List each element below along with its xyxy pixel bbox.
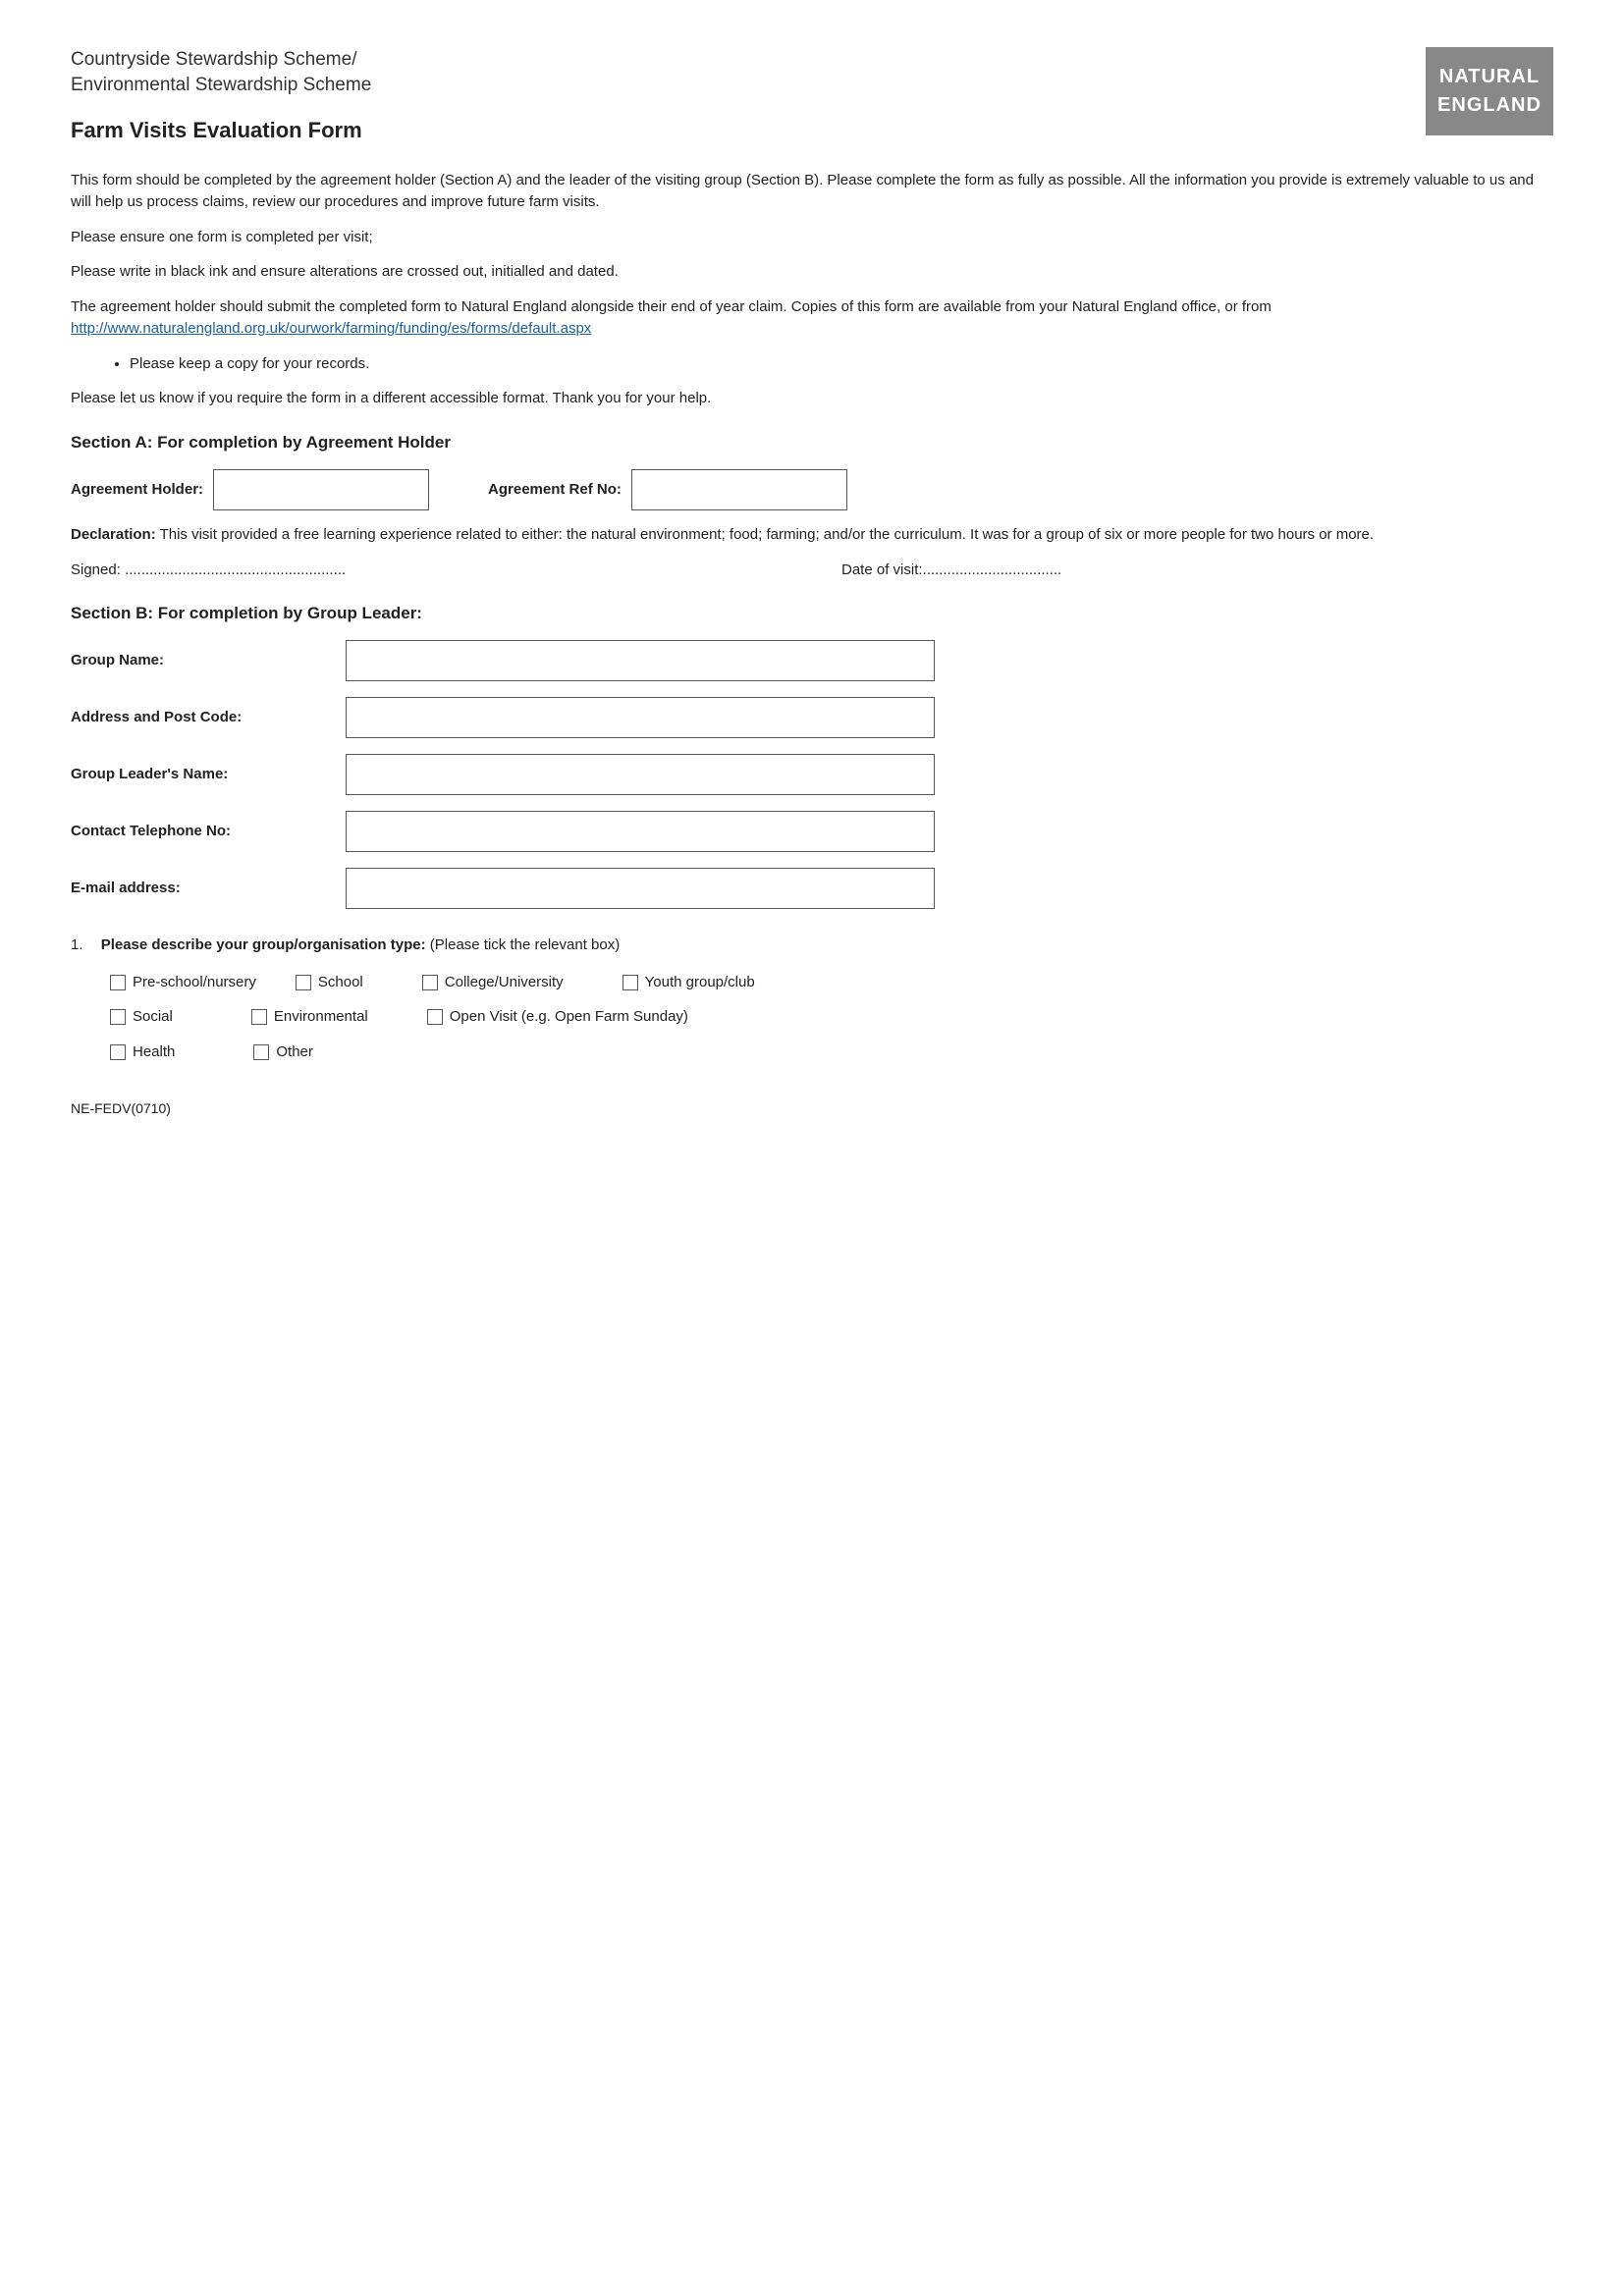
agreement-holder-label: Agreement Holder: [71,479,203,501]
signed-label: Signed: ................................… [71,560,783,581]
email-input[interactable] [346,868,935,909]
declaration-text: Declaration: This visit provided a free … [71,524,1553,546]
checkbox-open-visit[interactable]: Open Visit (e.g. Open Farm Sunday) [427,1006,688,1028]
question-number: 1. [71,936,83,953]
address-input[interactable] [346,697,935,738]
checkbox-preschool-box[interactable] [110,975,126,990]
checkbox-social-label: Social [133,1006,173,1028]
checkbox-row-1: Pre-school/nursery School College/Univer… [110,972,1553,993]
email-row: E-mail address: [71,868,1553,909]
checkbox-health-box[interactable] [110,1044,126,1060]
group-name-input[interactable] [346,640,935,681]
checkbox-youth-label: Youth group/club [645,972,755,993]
intro-section: This form should be completed by the agr… [71,170,1553,409]
group-leader-label: Group Leader's Name: [71,764,346,785]
intro-para5: Please let us know if you require the fo… [71,388,1553,409]
group-leader-row: Group Leader's Name: [71,754,1553,795]
checkbox-college-box[interactable] [422,975,438,990]
section-a-heading: Section A: For completion by Agreement H… [71,431,1553,455]
checkbox-social-box[interactable] [110,1009,126,1025]
checkbox-other-label: Other [276,1041,313,1063]
checkbox-college-label: College/University [445,972,564,993]
checkbox-environmental-label: Environmental [274,1006,368,1028]
checkbox-row-2: Social Environmental Open Visit (e.g. Op… [110,1006,1553,1028]
group-leader-input[interactable] [346,754,935,795]
checkbox-open-visit-box[interactable] [427,1009,443,1025]
checkbox-school-label: School [318,972,363,993]
header-subtitle-line1: Countryside Stewardship Scheme/ Environm… [71,47,371,97]
checkbox-school-box[interactable] [296,975,311,990]
group-name-label: Group Name: [71,650,346,671]
checkbox-preschool[interactable]: Pre-school/nursery [110,972,256,993]
checkbox-health[interactable]: Health [110,1041,175,1063]
intro-para2: Please ensure one form is completed per … [71,227,1553,248]
email-label: E-mail address: [71,878,346,899]
checkbox-environmental[interactable]: Environmental [251,1006,368,1028]
signed-row: Signed: ................................… [71,560,1553,581]
question-1-label: 1. Please describe your group/organisati… [71,934,1553,956]
section-a: Section A: For completion by Agreement H… [71,431,1553,580]
page-header: Countryside Stewardship Scheme/ Environm… [71,47,1553,146]
checkbox-youth[interactable]: Youth group/club [623,972,755,993]
checkbox-social[interactable]: Social [110,1006,173,1028]
checkbox-grid: Pre-school/nursery School College/Univer… [110,972,1553,1063]
checkbox-health-label: Health [133,1041,175,1063]
intro-para3: Please write in black ink and ensure alt… [71,261,1553,283]
section-b: Section B: For completion by Group Leade… [71,602,1553,909]
intro-para1: This form should be completed by the agr… [71,170,1553,213]
checkbox-school[interactable]: School [296,972,363,993]
date-label: Date of visit:..........................… [841,560,1553,581]
checkbox-other[interactable]: Other [253,1041,313,1063]
question-1-section: 1. Please describe your group/organisati… [71,934,1553,1063]
question-normal-text: (Please tick the relevant box) [426,936,621,953]
telephone-input[interactable] [346,811,935,852]
checkbox-row-3: Health Other [110,1041,1553,1063]
checkbox-college[interactable]: College/University [422,972,564,993]
intro-link[interactable]: http://www.naturalengland.org.uk/ourwork… [71,320,591,337]
bullet-item-1: Please keep a copy for your records. [130,353,1553,375]
natural-england-logo: NATURAL ENGLAND [1426,47,1553,135]
telephone-label: Contact Telephone No: [71,821,346,842]
agreement-ref-label: Agreement Ref No: [488,479,622,501]
agreement-holder-row: Agreement Holder: Agreement Ref No: [71,469,1553,510]
telephone-row: Contact Telephone No: [71,811,1553,852]
agreement-holder-input[interactable] [213,469,429,510]
checkbox-environmental-box[interactable] [251,1009,267,1025]
agreement-ref-input[interactable] [631,469,847,510]
form-title: Farm Visits Evaluation Form [71,115,371,146]
section-b-heading: Section B: For completion by Group Leade… [71,602,1553,626]
address-label: Address and Post Code: [71,707,346,728]
header-titles: Countryside Stewardship Scheme/ Environm… [71,47,371,146]
bullet-list: Please keep a copy for your records. [130,353,1553,375]
checkbox-open-visit-label: Open Visit (e.g. Open Farm Sunday) [450,1006,688,1028]
checkbox-preschool-label: Pre-school/nursery [133,972,256,993]
question-bold-text: Please describe your group/organisation … [101,936,426,953]
address-row: Address and Post Code: [71,697,1553,738]
group-name-row: Group Name: [71,640,1553,681]
intro-para4: The agreement holder should submit the c… [71,296,1553,340]
checkbox-other-box[interactable] [253,1044,269,1060]
footer-ref: NE-FEDV(0710) [71,1098,1553,1118]
checkbox-youth-box[interactable] [623,975,638,990]
